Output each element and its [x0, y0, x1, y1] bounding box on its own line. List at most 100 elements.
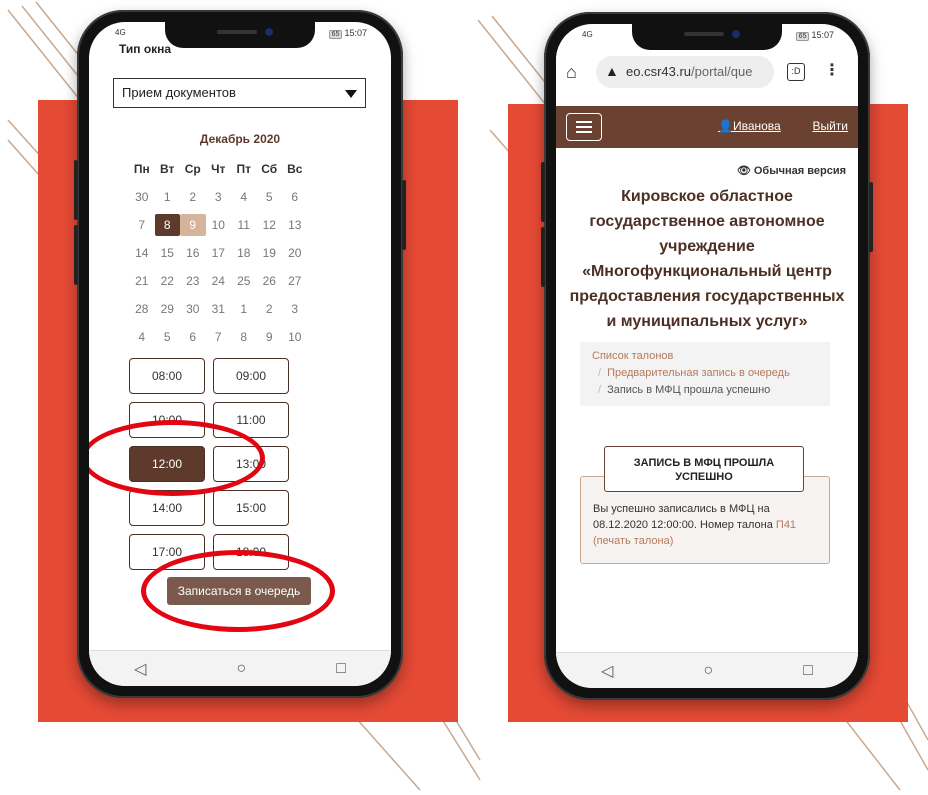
window-type-value: Прием документов [122, 85, 236, 100]
calendar-day[interactable]: 1 [231, 298, 257, 320]
browser-toolbar: ⌂ ▲ eo.csr43.ru/portal/que :D ⋮ [556, 46, 858, 106]
back-icon[interactable]: ◁ [134, 659, 146, 679]
calendar-grid: Пн Вт Ср Чт Пт Сб Вс 30 1 2 3 4 5 6 7 8 9 10 11 12 13 14 15 16 1… [129, 158, 308, 348]
clock: 15:07 [344, 28, 367, 38]
calendar-day[interactable]: 3 [206, 186, 232, 208]
calendar-day[interactable]: 3 [282, 298, 308, 320]
site-header: 👤Иванова Выйти [556, 106, 858, 148]
window-type-select[interactable]: Прием документов [113, 78, 366, 108]
calendar-day[interactable]: 1 [155, 186, 181, 208]
weekday-header: Ср [184, 162, 201, 176]
ticket-number-link[interactable]: П41 [776, 519, 796, 531]
calendar-day[interactable]: 29 [155, 298, 181, 320]
calendar-day[interactable]: 21 [129, 270, 155, 292]
camera-icon [265, 28, 273, 36]
calendar-day[interactable]: 5 [155, 326, 181, 348]
calendar-day[interactable]: 2 [257, 298, 283, 320]
battery-icon: 65 [328, 30, 343, 39]
calendar-day[interactable]: 25 [231, 270, 257, 292]
calendar-day[interactable]: 20 [282, 242, 308, 264]
calendar-day[interactable]: 8 [231, 326, 257, 348]
highlight-circle-button [141, 550, 335, 632]
highlight-circle-time [89, 420, 265, 496]
calendar-day[interactable]: 4 [129, 326, 155, 348]
org-line: Кировское областное [621, 188, 793, 205]
org-line: и муниципальных услуг» [606, 313, 808, 330]
right-screen: 4G 65 15:07 ⌂ ▲ eo.csr43.ru/portal/que :D… [556, 24, 858, 688]
normal-version-link[interactable]: 👁 Обычная версия [737, 164, 846, 177]
weekday-header: Сб [261, 162, 278, 176]
calendar-day[interactable]: 10 [206, 214, 232, 236]
battery-time: 65 15:07 [328, 28, 367, 39]
phone-power-button [402, 180, 406, 250]
warning-icon: ▲ [605, 63, 619, 79]
browser-home-icon[interactable]: ⌂ [566, 62, 577, 83]
notch [632, 24, 782, 50]
time-slot-button[interactable]: 09:00 [213, 358, 289, 394]
left-screen: 4G 65 15:07 Тип окна Прием документов Дек… [89, 22, 391, 686]
phone-side-button [541, 162, 545, 222]
recents-icon[interactable]: □ [803, 662, 813, 680]
calendar-day[interactable]: 10 [282, 326, 308, 348]
calendar-day[interactable]: 16 [180, 242, 206, 264]
calendar-day[interactable]: 15 [155, 242, 181, 264]
back-icon[interactable]: ◁ [601, 661, 613, 681]
calendar-day[interactable]: 14 [129, 242, 155, 264]
camera-icon [732, 30, 740, 38]
recents-icon[interactable]: □ [336, 660, 346, 678]
calendar-day[interactable]: 7 [129, 214, 155, 236]
tabs-icon[interactable]: :D [787, 63, 805, 81]
calendar-day[interactable]: 30 [180, 298, 206, 320]
calendar-day[interactable]: 9 [257, 326, 283, 348]
breadcrumb: Список талонов / Предварительная запись в… [580, 342, 830, 406]
phone-side-button [541, 227, 545, 287]
menu-kebab-icon[interactable]: ⋮ [824, 60, 840, 80]
print-ticket-link[interactable]: (печать талона) [593, 535, 673, 547]
calendar-day[interactable]: 13 [282, 214, 308, 236]
logout-link[interactable]: Выйти [812, 119, 848, 133]
left-phone: 4G 65 15:07 Тип окна Прием документов Дек… [74, 10, 406, 698]
breadcrumb-preregistration[interactable]: / Предварительная запись в очередь [592, 365, 818, 382]
address-bar[interactable]: ▲ eo.csr43.ru/portal/que [596, 56, 774, 88]
url-host: eo.csr43.ru [626, 64, 692, 79]
calendar-day[interactable]: 24 [206, 270, 232, 292]
success-title: ЗАПИСЬ В МФЦ ПРОШЛА УСПЕШНО [604, 446, 804, 492]
calendar-day[interactable]: 9 [180, 214, 206, 236]
time-slot-button[interactable]: 15:00 [213, 490, 289, 526]
calendar-day[interactable]: 23 [180, 270, 206, 292]
calendar-day[interactable]: 26 [257, 270, 283, 292]
home-icon[interactable]: ○ [703, 662, 713, 680]
calendar-day[interactable]: 6 [180, 326, 206, 348]
user-profile-link[interactable]: 👤Иванова [718, 119, 781, 133]
battery-time: 65 15:07 [795, 30, 834, 41]
user-icon: 👤 [718, 119, 733, 133]
calendar-day[interactable]: 30 [129, 186, 155, 208]
calendar-day[interactable]: 4 [231, 186, 257, 208]
calendar-day[interactable]: 12 [257, 214, 283, 236]
calendar-day[interactable]: 7 [206, 326, 232, 348]
calendar-day[interactable]: 6 [282, 186, 308, 208]
time-slot-button[interactable]: 08:00 [129, 358, 205, 394]
calendar-day[interactable]: 18 [231, 242, 257, 264]
hamburger-menu-button[interactable] [566, 113, 602, 141]
breadcrumb-tickets-list[interactable]: Список талонов [592, 348, 818, 365]
calendar-day[interactable]: 5 [257, 186, 283, 208]
home-icon[interactable]: ○ [236, 660, 246, 678]
battery-icon: 65 [795, 32, 810, 41]
calendar-day[interactable]: 17 [206, 242, 232, 264]
dropdown-arrow-icon [345, 90, 357, 98]
weekday-header: Чт [211, 162, 226, 176]
calendar-day[interactable]: 22 [155, 270, 181, 292]
weekday-header: Вс [287, 162, 303, 176]
calendar-day[interactable]: 2 [180, 186, 206, 208]
calendar-day[interactable]: 27 [282, 270, 308, 292]
signal-icon: 4G [582, 30, 593, 39]
calendar-day[interactable]: 19 [257, 242, 283, 264]
calendar-day[interactable]: 31 [206, 298, 232, 320]
breadcrumb-current: / Запись в МФЦ прошла успешно [598, 384, 771, 396]
calendar-day[interactable]: 11 [231, 214, 257, 236]
normal-version-label: Обычная версия [753, 165, 846, 177]
calendar-day[interactable]: 8 [154, 214, 180, 236]
calendar-day[interactable]: 28 [129, 298, 155, 320]
breadcrumb-label: Предварительная запись в очередь [607, 367, 790, 379]
